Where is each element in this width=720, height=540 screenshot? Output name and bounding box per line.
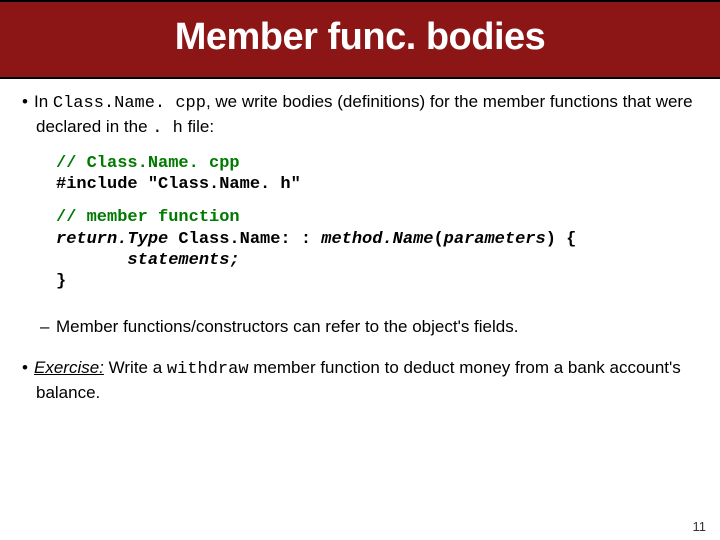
code-comment-2: // member function <box>56 208 240 227</box>
slide-title-bar: Member func. bodies <box>0 0 720 79</box>
exercise-label: Exercise: <box>34 358 104 377</box>
sub-bullet-dash: – <box>40 316 56 339</box>
exercise-bullet: •Exercise: Write a withdraw member funct… <box>22 357 698 405</box>
code-paren-close: ) { <box>546 230 577 249</box>
code-params: parameters <box>444 230 546 249</box>
filename-h: . h <box>152 119 183 138</box>
filename-cpp: Class.Name. cpp <box>53 94 206 113</box>
sub-bullet-text: Member functions/constructors can refer … <box>56 317 518 336</box>
exercise-pre: Write a <box>104 358 167 377</box>
bullet-text-pre: In <box>34 92 53 111</box>
page-number: 11 <box>693 519 707 534</box>
slide-content: •In Class.Name. cpp, we write bodies (de… <box>0 79 720 405</box>
main-bullet: •In Class.Name. cpp, we write bodies (de… <box>22 91 698 141</box>
slide-title: Member func. bodies <box>0 16 720 59</box>
bullet-text-post: file: <box>183 117 214 136</box>
code-comment-1: // Class.Name. cpp <box>56 154 240 173</box>
sub-bullet: –Member functions/constructors can refer… <box>22 316 698 339</box>
code-include: #include "Class.Name. h" <box>56 175 301 194</box>
code-return-type: return.Type <box>56 230 168 249</box>
bullet-dot: • <box>22 357 34 380</box>
code-block-include: // Class.Name. cpp #include "Class.Name.… <box>22 147 698 202</box>
exercise-fn: withdraw <box>167 360 249 379</box>
code-classname: Class.Name: : <box>168 230 321 249</box>
code-paren-open: ( <box>433 230 443 249</box>
code-indent <box>56 251 127 270</box>
code-statements: statements; <box>127 251 239 270</box>
code-brace-close: } <box>56 272 66 291</box>
code-block-method: // member function return.Type Class.Nam… <box>22 201 698 298</box>
bullet-dot: • <box>22 91 34 114</box>
code-method-name: method.Name <box>321 230 433 249</box>
